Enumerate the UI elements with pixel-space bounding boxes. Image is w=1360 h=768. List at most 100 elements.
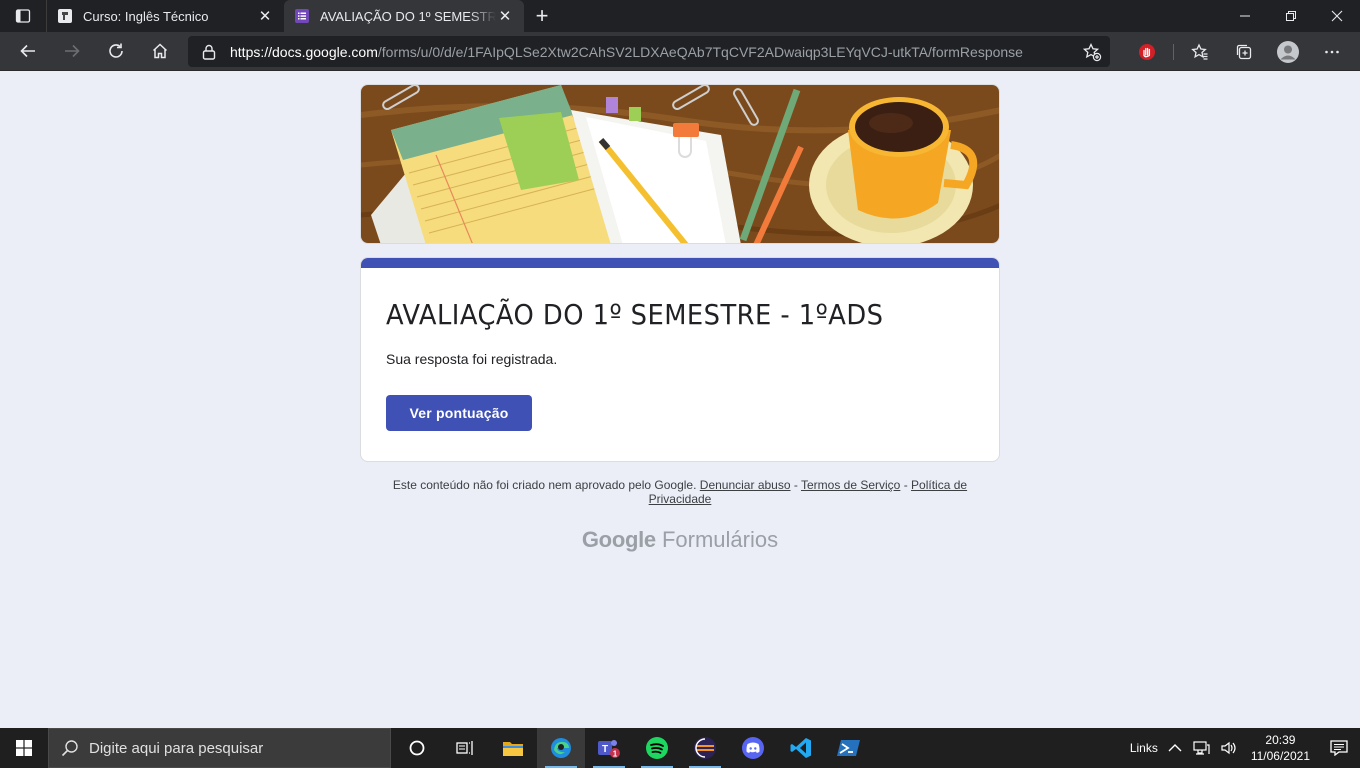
footer-separator: - (903, 478, 908, 492)
confirmation-message: Sua resposta foi registrada. (386, 351, 558, 367)
extension-button[interactable] (1125, 36, 1169, 68)
new-tab-button[interactable]: + (524, 0, 560, 32)
clock-date: 11/06/2021 (1250, 749, 1310, 763)
lock-icon[interactable] (202, 44, 216, 60)
svg-text:T: T (602, 744, 608, 755)
toolbar-actions (1125, 32, 1360, 71)
vscode-taskbar-button[interactable] (777, 728, 825, 768)
refresh-button[interactable] (94, 35, 138, 67)
collections-icon (1236, 44, 1252, 59)
close-tab-icon[interactable]: ✕ (496, 7, 514, 25)
search-icon (61, 740, 78, 757)
edge-taskbar-button[interactable] (537, 728, 585, 768)
task-view-icon (456, 741, 473, 755)
teams-badge: 1 (613, 750, 618, 759)
forward-arrow-icon (65, 44, 80, 58)
forms-favicon-icon (294, 8, 310, 24)
restore-icon (1286, 11, 1296, 21)
start-button[interactable] (0, 728, 48, 768)
clock-time: 20:39 (1265, 733, 1296, 747)
minimize-button[interactable] (1222, 0, 1268, 32)
teams-taskbar-button[interactable]: T1 (585, 728, 633, 768)
home-icon (152, 43, 168, 59)
home-button[interactable] (138, 35, 182, 67)
favorites-star-icon (1191, 42, 1208, 60)
eclipse-taskbar-button[interactable] (681, 728, 729, 768)
course-favicon-icon (57, 8, 73, 24)
discord-taskbar-button[interactable] (729, 728, 777, 768)
edge-icon (551, 738, 571, 758)
close-icon (1331, 10, 1343, 22)
chevron-up-icon (1168, 744, 1182, 752)
tab-actions-button[interactable] (0, 0, 46, 32)
forward-button[interactable] (50, 35, 94, 67)
footer-separator: - (793, 478, 798, 492)
avatar-icon (1277, 40, 1299, 63)
close-window-button[interactable] (1314, 0, 1360, 32)
notification-icon (1330, 740, 1348, 756)
favorites-button[interactable] (1178, 36, 1222, 68)
form-title: AVALIAÇÃO DO 1º SEMESTRE - 1ºADS (386, 298, 884, 331)
spotify-icon (646, 737, 668, 759)
window-controls (1222, 0, 1360, 32)
view-score-button[interactable]: Ver pontuação (386, 395, 532, 431)
windows-taskbar: Digite aqui para pesquisar T1 Links 20:3… (0, 728, 1360, 768)
spotify-taskbar-button[interactable] (633, 728, 681, 768)
forms-wordmark: Formulários (661, 527, 779, 552)
tab-title: Curso: Inglês Técnico (83, 8, 209, 24)
address-bar[interactable]: https://docs.google.com/forms/u/0/d/e/1F… (188, 36, 1110, 67)
tab-curso[interactable]: Curso: Inglês Técnico ✕ (46, 0, 284, 32)
show-hidden-icons-button[interactable] (1163, 728, 1187, 768)
tab-avaliacao[interactable]: AVALIAÇÃO DO 1º SEMESTRE - 1 ✕ (284, 0, 524, 32)
eclipse-icon (694, 737, 716, 759)
back-button[interactable] (6, 35, 50, 67)
browser-tab-bar: Curso: Inglês Técnico ✕ AVALIAÇÃO DO 1º … (0, 0, 1360, 32)
cortana-button[interactable] (393, 728, 441, 768)
form-confirmation-card: AVALIAÇÃO DO 1º SEMESTRE - 1ºADS Sua res… (360, 257, 1000, 462)
links-toolbar[interactable]: Links (1125, 728, 1163, 768)
terms-link[interactable]: Termos de Serviço (801, 478, 900, 492)
settings-menu-button[interactable] (1310, 36, 1354, 68)
powershell-icon (837, 740, 860, 756)
refresh-icon (109, 43, 123, 58)
close-tab-icon[interactable]: ✕ (256, 7, 274, 25)
report-abuse-link[interactable]: Denunciar abuso (700, 478, 791, 492)
network-button[interactable] (1187, 728, 1215, 768)
collections-button[interactable] (1222, 36, 1266, 68)
restore-button[interactable] (1268, 0, 1314, 32)
form-header-image (360, 84, 1000, 244)
powershell-taskbar-button[interactable] (825, 728, 873, 768)
windows-logo-icon (16, 740, 32, 756)
footer-disclaimer: Este conteúdo não foi criado nem aprovad… (380, 478, 980, 506)
google-wordmark: Google (581, 527, 656, 552)
card-accent-bar (361, 258, 999, 268)
disclaimer-text: Este conteúdo não foi criado nem aprovad… (392, 478, 697, 492)
hand-stop-extension-icon (1139, 43, 1155, 60)
desk-illustration (361, 85, 999, 243)
browser-toolbar: https://docs.google.com/forms/u/0/d/e/1F… (0, 32, 1360, 71)
profile-button[interactable] (1266, 36, 1310, 68)
minimize-icon (1240, 15, 1250, 17)
tab-title: AVALIAÇÃO DO 1º SEMESTRE - 1 (320, 8, 496, 24)
teams-icon: T1 (598, 740, 620, 759)
cortana-icon (409, 740, 425, 756)
task-view-button[interactable] (441, 728, 489, 768)
system-tray: Links 20:39 11/06/2021 (1125, 728, 1360, 768)
file-explorer-button[interactable] (489, 728, 537, 768)
tab-actions-icon (15, 9, 31, 23)
more-options-icon (1325, 50, 1339, 53)
search-placeholder: Digite aqui para pesquisar (89, 739, 264, 757)
taskbar-search[interactable]: Digite aqui para pesquisar (48, 728, 391, 768)
vscode-icon (790, 738, 811, 758)
back-arrow-icon (20, 44, 35, 58)
url-text: https://docs.google.com/forms/u/0/d/e/1F… (230, 43, 1023, 60)
action-center-button[interactable] (1318, 728, 1360, 768)
folder-icon (503, 742, 523, 756)
volume-icon (1221, 741, 1236, 755)
google-forms-logo[interactable]: Google Formulários (0, 527, 1360, 553)
volume-button[interactable] (1215, 728, 1243, 768)
add-favorite-icon[interactable] (1082, 42, 1102, 67)
taskbar-clock[interactable]: 20:39 11/06/2021 (1243, 732, 1318, 764)
toolbar-separator (1173, 43, 1174, 60)
discord-icon (742, 737, 764, 759)
